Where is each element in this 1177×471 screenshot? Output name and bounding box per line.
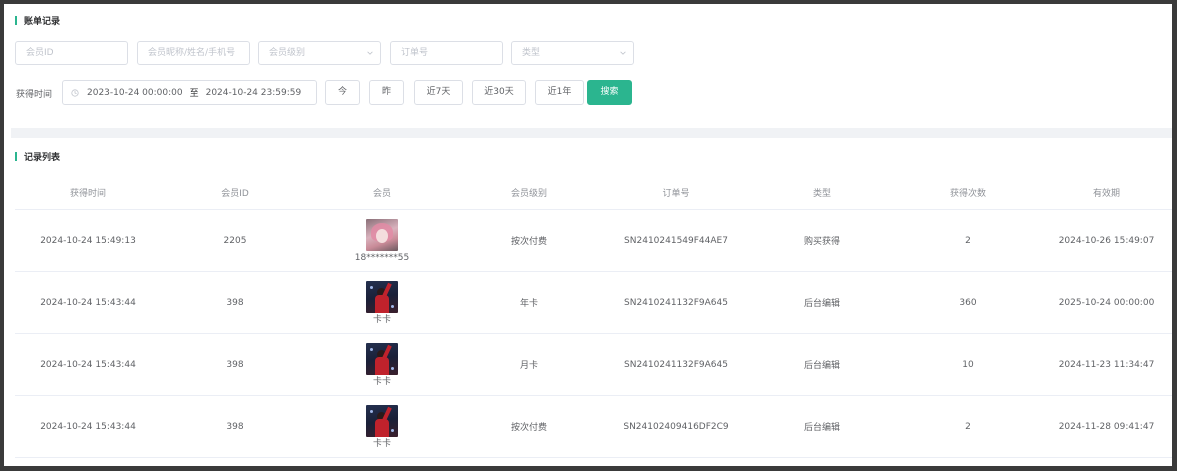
cell-order-no: SN2410241549F44AE7: [603, 209, 749, 272]
member-level-select[interactable]: 会员级别: [258, 41, 381, 65]
cell-type: 后台编辑: [749, 395, 895, 458]
member-level-placeholder: 会员级别: [269, 48, 306, 58]
cell-member: 卡卡: [309, 333, 455, 396]
table-header-row: 获得时间 会员ID 会员 会员级别 订单号 类型 获得次数 有效期: [15, 176, 1172, 210]
member-id-input[interactable]: 会员ID: [15, 41, 128, 65]
cell-member-id: 398: [161, 333, 309, 396]
member-name: 18*******55: [354, 252, 410, 263]
cell-time: 2024-10-24 15:43:44: [15, 395, 161, 458]
search-button[interactable]: 搜索: [587, 80, 632, 105]
content-frame: 账单记录 会员ID 会员昵称/姓名/手机号 会员级别 订单号 类型 获得时间 2…: [4, 4, 1172, 466]
order-no-input[interactable]: 订单号: [390, 41, 503, 65]
header-count: 获得次数: [895, 176, 1041, 210]
type-placeholder: 类型: [522, 48, 541, 58]
order-no-placeholder: 订单号: [401, 48, 429, 58]
date-start[interactable]: 2023-10-24 00:00:00: [87, 88, 183, 98]
cell-level: 月卡: [455, 333, 603, 396]
cell-count: 2: [895, 395, 1041, 458]
chevron-down-icon: [367, 51, 373, 55]
cell-order-no: SN2410241132F9A645: [603, 271, 749, 334]
member-name: 卡卡: [372, 314, 391, 325]
date-separator: 至: [189, 89, 199, 99]
cell-level: 按次付费: [455, 395, 603, 458]
section-title-text: 账单记录: [24, 17, 61, 27]
cell-count: 360: [895, 271, 1041, 334]
section-title-text: 记录列表: [24, 153, 61, 163]
type-select[interactable]: 类型: [511, 41, 634, 65]
cell-member: 18*******55: [309, 209, 455, 272]
cell-member-id: 2205: [161, 209, 309, 272]
member-id-placeholder: 会员ID: [26, 48, 54, 58]
cell-type: 购买获得: [749, 209, 895, 272]
cell-expiry: 2024-11-23 11:34:47: [1041, 333, 1172, 396]
cell-order-no: SN2410241132F9A645: [603, 333, 749, 396]
date-end[interactable]: 2024-10-24 23:59:59: [206, 88, 302, 98]
date-range-picker[interactable]: 2023-10-24 00:00:00 至 2024-10-24 23:59:5…: [62, 80, 317, 105]
member-name-input[interactable]: 会员昵称/姓名/手机号: [137, 41, 250, 65]
time-label: 获得时间: [16, 90, 53, 100]
today-button[interactable]: 今: [325, 80, 360, 105]
avatar: [366, 342, 398, 375]
header-expiry: 有效期: [1041, 176, 1172, 210]
avatar: [366, 280, 398, 313]
header-level: 会员级别: [455, 176, 603, 210]
cell-level: 年卡: [455, 271, 603, 334]
chevron-down-icon: [620, 51, 626, 55]
section-title-bills: 账单记录: [15, 14, 60, 27]
avatar: [366, 218, 398, 251]
header-order-no: 订单号: [603, 176, 749, 210]
cell-count: 10: [895, 333, 1041, 396]
title-accent-bar: [15, 152, 17, 161]
yesterday-button[interactable]: 昨: [369, 80, 404, 105]
cell-member: 卡卡: [309, 395, 455, 458]
cell-type: 后台编辑: [749, 333, 895, 396]
header-type: 类型: [749, 176, 895, 210]
cell-level: 按次付费: [455, 209, 603, 272]
cell-expiry: 2025-10-24 00:00:00: [1041, 271, 1172, 334]
header-time: 获得时间: [15, 176, 161, 210]
table-row: 2024-10-24 15:43:44 398 卡卡 按次付费 SN241024…: [15, 395, 1172, 458]
records-table: 获得时间 会员ID 会员 会员级别 订单号 类型 获得次数 有效期 2024-1…: [15, 176, 1172, 458]
cell-member: 卡卡: [309, 271, 455, 334]
cell-time: 2024-10-24 15:43:44: [15, 271, 161, 334]
section-title-records: 记录列表: [15, 150, 60, 163]
member-name: 卡卡: [372, 376, 391, 387]
table-row: 2024-10-24 15:43:44 398 卡卡 年卡 SN24102411…: [15, 271, 1172, 334]
last-1-year-button[interactable]: 近1年: [535, 80, 584, 105]
cell-expiry: 2024-10-26 15:49:07: [1041, 209, 1172, 272]
cell-member-id: 398: [161, 395, 309, 458]
member-name-placeholder: 会员昵称/姓名/手机号: [148, 48, 236, 58]
title-accent-bar: [15, 16, 17, 25]
cell-member-id: 398: [161, 271, 309, 334]
cell-order-no: SN24102409416DF2C9: [603, 395, 749, 458]
cell-expiry: 2024-11-28 09:41:47: [1041, 395, 1172, 458]
header-member: 会员: [309, 176, 455, 210]
clock-icon: [71, 88, 79, 97]
table-row: 2024-10-24 15:49:13 2205 18*******55 按次付…: [15, 209, 1172, 272]
member-name: 卡卡: [372, 438, 391, 449]
cell-count: 2: [895, 209, 1041, 272]
section-divider: [11, 128, 1172, 138]
cell-time: 2024-10-24 15:49:13: [15, 209, 161, 272]
table-row: 2024-10-24 15:43:44 398 卡卡 月卡 SN24102411…: [15, 333, 1172, 396]
header-member-id: 会员ID: [161, 176, 309, 210]
last-7-days-button[interactable]: 近7天: [414, 80, 463, 105]
cell-type: 后台编辑: [749, 271, 895, 334]
last-30-days-button[interactable]: 近30天: [472, 80, 526, 105]
cell-time: 2024-10-24 15:43:44: [15, 333, 161, 396]
avatar: [366, 404, 398, 437]
